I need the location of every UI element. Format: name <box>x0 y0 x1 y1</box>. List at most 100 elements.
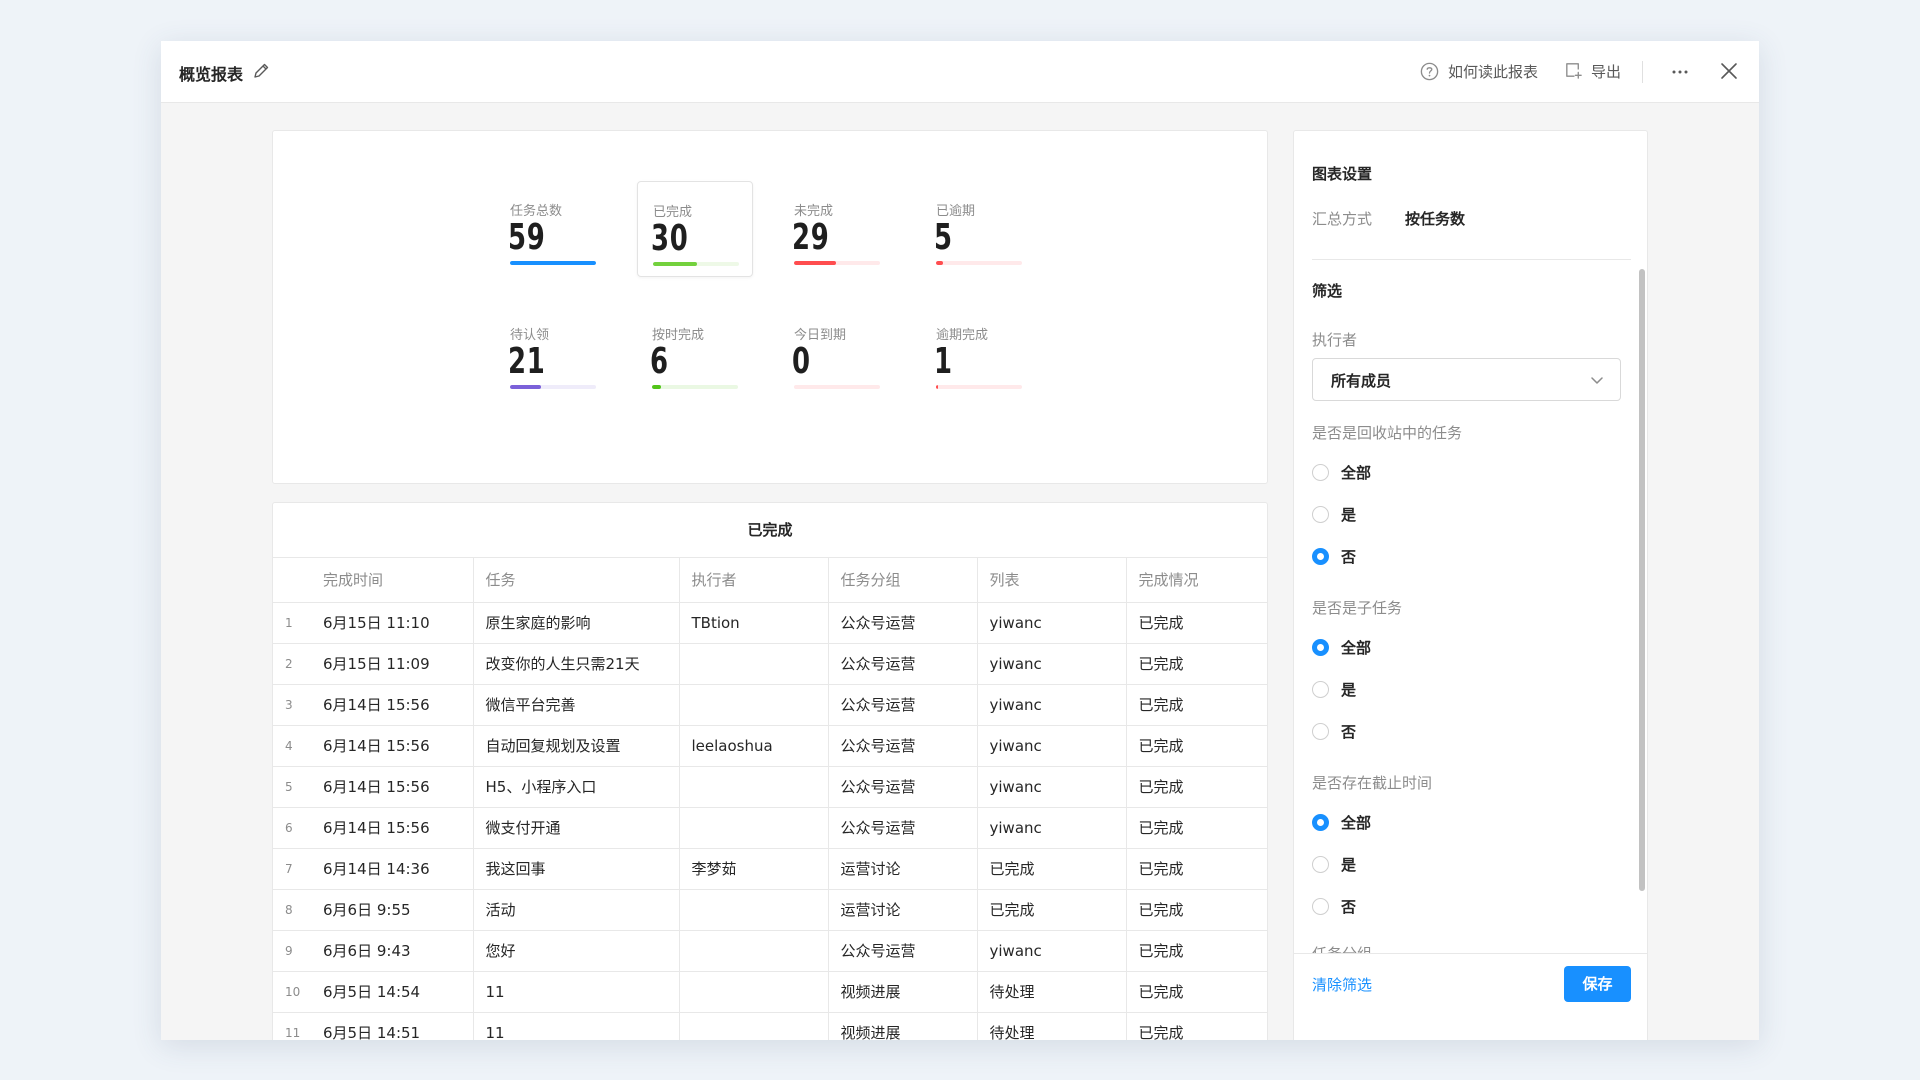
settings-footer: 清除筛选 保存 <box>1294 953 1647 1040</box>
stat-completed[interactable]: 已完成 30 <box>637 181 753 277</box>
close-icon[interactable] <box>1717 59 1741 83</box>
radio-button[interactable] <box>1312 506 1329 523</box>
table-cell <box>679 971 829 1013</box>
table-cell: yiwanc <box>977 643 1127 685</box>
table-cell: 6月14日 14:36 <box>311 848 474 890</box>
table-cell: yiwanc <box>977 807 1127 849</box>
due-date-filter-label: 是否存在截止时间 <box>1312 774 1433 792</box>
stat-total-tasks[interactable]: 任务总数 59 <box>495 181 611 277</box>
stat-late-completed[interactable]: 逾期完成 1 <box>921 305 1037 401</box>
table-cell: 6月15日 11:09 <box>311 643 474 685</box>
table-cell: yiwanc <box>977 684 1127 726</box>
row-index: 9 <box>273 930 311 972</box>
row-index: 10 <box>273 971 311 1013</box>
column-header[interactable]: 完成情况 <box>1126 558 1267 603</box>
stat-unclaimed[interactable]: 待认领 21 <box>495 305 611 401</box>
row-index: 4 <box>273 725 311 767</box>
edit-icon[interactable] <box>250 60 272 82</box>
table-row[interactable]: 7 6月14日 14:36 我这回事 李梦茹 运营讨论 已完成 已完成 <box>273 848 1267 890</box>
row-index: 6 <box>273 807 311 849</box>
table-cell: 公众号运营 <box>828 766 978 808</box>
table-row[interactable]: 1 6月15日 11:10 原生家庭的影响 TBtion 公众号运营 yiwanc 已完成 <box>273 602 1267 644</box>
export-icon[interactable] <box>1563 60 1584 81</box>
save-button[interactable]: 保存 <box>1564 966 1631 1002</box>
clear-filters-link[interactable]: 清除筛选 <box>1312 974 1372 995</box>
radio-label: 否 <box>1341 548 1357 566</box>
table-cell <box>679 930 829 972</box>
radio-button[interactable] <box>1312 723 1329 740</box>
table-cell: yiwanc <box>977 930 1127 972</box>
table-cell: 待处理 <box>977 1012 1127 1040</box>
more-icon[interactable] <box>1668 61 1692 83</box>
stat-progress-bar <box>653 262 739 266</box>
table-row[interactable]: 5 6月14日 15:56 H5、小程序入口 公众号运营 yiwanc 已完成 <box>273 766 1267 808</box>
table-cell: 已完成 <box>1126 602 1267 644</box>
table-row[interactable]: 4 6月14日 15:56 自动回复规划及设置 leelaoshua 公众号运营 yiwa… <box>273 725 1267 767</box>
help-icon[interactable] <box>1419 61 1440 82</box>
summary-method-label: 汇总方式 <box>1312 210 1373 228</box>
stat-incomplete[interactable]: 未完成 29 <box>779 181 895 277</box>
settings-scroll-area[interactable]: 图表设置 汇总方式 按任务数 筛选 执行者 所有成员 是否是回收站中的任务 全部… <box>1294 131 1647 953</box>
help-link[interactable]: 如何读此报表 <box>1448 61 1538 82</box>
overview-stats-card: 任务总数 59 已完成 30 未完成 29 已逾期 5 待认领 21 按时完成 … <box>272 130 1268 484</box>
table-row[interactable]: 3 6月14日 15:56 微信平台完善 公众号运营 yiwanc 已完成 <box>273 684 1267 726</box>
stat-progress-bar <box>794 261 880 265</box>
radio-label: 全部 <box>1341 814 1372 832</box>
chart-settings-heading: 图表设置 <box>1312 165 1373 183</box>
column-header[interactable]: 列表 <box>977 558 1127 603</box>
table-cell <box>679 1012 829 1040</box>
table-cell: H5、小程序入口 <box>473 766 680 808</box>
table-cell: 6月5日 14:51 <box>311 1012 474 1040</box>
table-cell: 公众号运营 <box>828 930 978 972</box>
radio-button[interactable] <box>1312 681 1329 698</box>
table-cell: 改变你的人生只需21天 <box>473 643 680 685</box>
stat-overdue[interactable]: 已逾期 5 <box>921 181 1037 277</box>
radio-label: 是 <box>1341 681 1357 699</box>
stat-progress-fill <box>794 261 837 265</box>
radio-button[interactable] <box>1312 464 1329 481</box>
column-header[interactable]: 完成时间 <box>311 558 474 603</box>
table-cell: 微支付开通 <box>473 807 680 849</box>
stat-value: 29 <box>792 217 830 258</box>
column-header[interactable]: 任务 <box>473 558 680 603</box>
row-index: 5 <box>273 766 311 808</box>
export-button[interactable]: 导出 <box>1591 61 1621 82</box>
table-row[interactable]: 11 6月5日 14:51 11 视频进展 待处理 已完成 <box>273 1012 1267 1040</box>
table-cell <box>679 766 829 808</box>
radio-button[interactable] <box>1312 856 1329 873</box>
table-row[interactable]: 9 6月6日 9:43 您好 公众号运营 yiwanc 已完成 <box>273 930 1267 972</box>
task-group-filter-label: 任务分组 <box>1312 943 1372 953</box>
table-header-row: 完成时间 任务 执行者 任务分组 列表 完成情况 <box>273 558 1267 603</box>
radio-label: 是 <box>1341 506 1357 524</box>
table-cell: 11 <box>473 971 680 1013</box>
assignee-select-value: 所有成员 <box>1331 372 1392 390</box>
table-cell: 待处理 <box>977 971 1127 1013</box>
column-header[interactable]: 任务分组 <box>828 558 978 603</box>
table-row[interactable]: 6 6月14日 15:56 微支付开通 公众号运营 yiwanc 已完成 <box>273 807 1267 849</box>
stat-value: 1 <box>934 341 953 382</box>
stat-progress-fill <box>936 261 943 265</box>
table-cell: 6月14日 15:56 <box>311 684 474 726</box>
table-row[interactable]: 2 6月15日 11:09 改变你的人生只需21天 公众号运营 yiwanc 已完成 <box>273 643 1267 685</box>
stat-progress-bar <box>510 261 596 265</box>
radio-button[interactable] <box>1312 898 1329 915</box>
assignee-select[interactable]: 所有成员 <box>1312 358 1621 401</box>
stat-on-time[interactable]: 按时完成 6 <box>637 305 753 401</box>
table-cell: 运营讨论 <box>828 848 978 890</box>
table-row[interactable]: 8 6月6日 9:55 活动 运营讨论 已完成 已完成 <box>273 889 1267 931</box>
table-cell: 已完成 <box>1126 889 1267 931</box>
settings-scrollbar[interactable] <box>1639 269 1645 891</box>
column-header[interactable]: 执行者 <box>679 558 829 603</box>
radio-button[interactable] <box>1312 639 1329 656</box>
radio-button[interactable] <box>1312 814 1329 831</box>
table-cell: 公众号运营 <box>828 725 978 767</box>
table-cell: 您好 <box>473 930 680 972</box>
table-row[interactable]: 10 6月5日 14:54 11 视频进展 待处理 已完成 <box>273 971 1267 1013</box>
table-title: 已完成 <box>273 503 1267 558</box>
table-cell: 6月15日 11:10 <box>311 602 474 644</box>
radio-button[interactable] <box>1312 548 1329 565</box>
stat-progress-fill <box>510 385 541 389</box>
stat-due-today[interactable]: 今日到期 0 <box>779 305 895 401</box>
table-cell: 原生家庭的影响 <box>473 602 680 644</box>
summary-method-value[interactable]: 按任务数 <box>1405 208 1465 229</box>
